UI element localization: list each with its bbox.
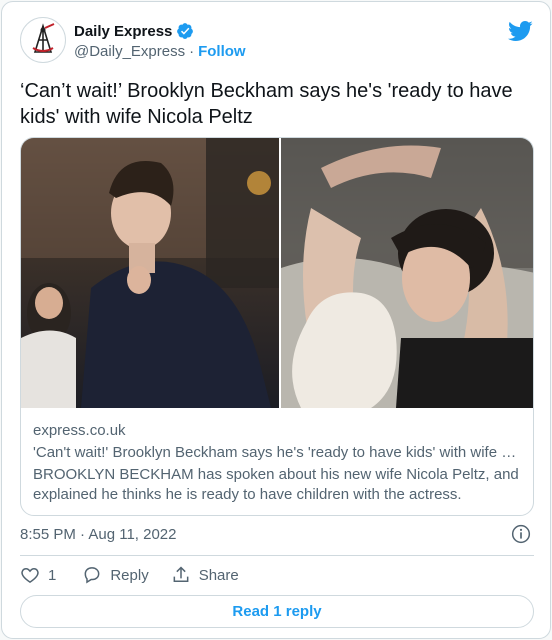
avatar-logo [22,19,64,61]
verified-icon [177,23,194,39]
read-replies-button[interactable]: Read 1 reply [20,595,534,628]
author-name[interactable]: Daily Express [74,23,172,40]
tweet-timestamp[interactable]: 8:55 PM · Aug 11, 2022 [20,526,177,543]
twitter-bird-icon[interactable] [507,18,533,44]
reply-button[interactable]: Reply [82,565,149,585]
author-handle[interactable]: @Daily_Express [74,43,185,60]
share-icon [173,566,189,582]
like-count: 1 [48,566,57,584]
like-button[interactable]: 1 [20,565,56,585]
divider [20,555,534,556]
link-preview-images[interactable] [21,138,533,408]
share-label: Share [198,566,239,584]
photo-nicola-peltz [281,138,533,408]
link-description: BROOKLYN BECKHAM has spoken about his ne… [33,466,519,503]
link-preview-meta: express.co.uk 'Can't wait!' Brooklyn Bec… [33,421,525,505]
tweet-card: Daily Express @Daily_Express · Follow ‘C… [1,1,551,639]
separator-dot: · [189,43,195,60]
link-preview-card[interactable]: express.co.uk 'Can't wait!' Brooklyn Bec… [20,137,534,516]
follow-button[interactable]: Follow [198,43,246,60]
link-title: 'Can't wait!' Brooklyn Beckham says he's… [33,444,525,461]
author-handle-row: @Daily_Express · Follow [74,43,246,60]
reply-label: Reply [110,566,149,584]
reply-bubble-icon [84,567,100,584]
author-name-row: Daily Express [74,22,194,40]
share-button[interactable]: Share [171,565,239,585]
info-icon[interactable] [511,524,531,544]
avatar[interactable] [20,17,66,63]
link-domain: express.co.uk [33,422,126,439]
tweet-actions: 1 Reply Share [20,565,239,585]
photo-brooklyn-beckham [21,138,279,408]
heart-icon [21,567,39,583]
tweet-text: ‘Can’t wait!’ Brooklyn Beckham says he's… [20,80,513,128]
